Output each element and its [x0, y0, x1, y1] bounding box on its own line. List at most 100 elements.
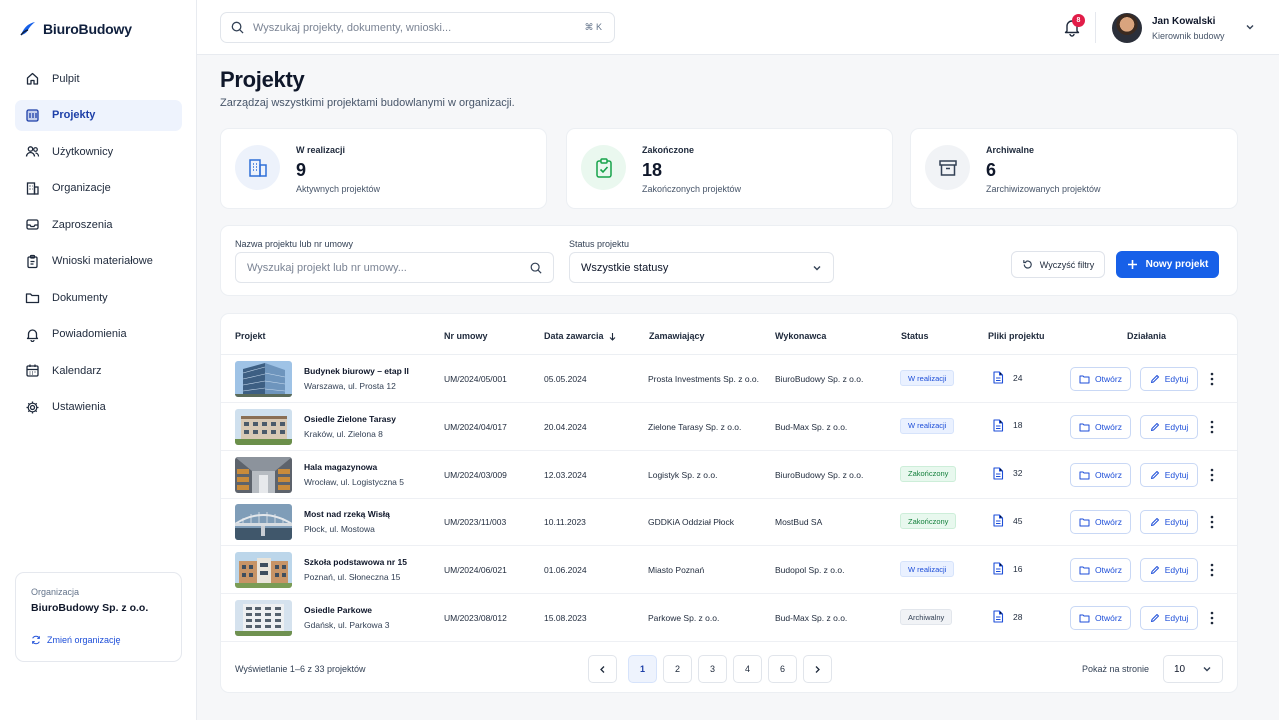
sidebar-item-powiadomienia[interactable]: Powiadomienia [15, 319, 182, 350]
more-options-icon[interactable] [1206, 417, 1218, 437]
file-icon [993, 467, 1004, 480]
open-project-button[interactable]: Otwórz [1070, 558, 1131, 583]
project-thumbnail [235, 456, 292, 493]
sidebar-item-wnioski-materialowe[interactable]: Wnioski materiałowe [15, 246, 182, 277]
stat-value: 9 [296, 160, 307, 180]
project-name[interactable]: Hala magazynowa [304, 462, 377, 472]
pagination-page-button[interactable]: 2 [663, 655, 692, 683]
edit-project-button[interactable]: Edytuj [1140, 510, 1198, 535]
column-header-contract[interactable]: Nr umowy [444, 331, 488, 341]
global-search[interactable]: Wyszukaj projekty, dokumenty, wnioski...… [220, 12, 615, 43]
project-files[interactable]: 28 [992, 610, 1022, 623]
edit-label: Edytuj [1164, 421, 1189, 432]
sidebar-item-pulpit[interactable]: Pulpit [15, 63, 182, 94]
search-icon [231, 21, 244, 34]
project-name-filter-input[interactable]: Wyszukaj projekt lub nr umowy... [235, 252, 554, 283]
pagination-page-button[interactable]: 3 [698, 655, 727, 683]
open-project-button[interactable]: Otwórz [1070, 606, 1131, 630]
pagination-page-button[interactable]: 4 [733, 655, 762, 683]
open-project-button[interactable]: Otwórz [1070, 510, 1131, 535]
project-name[interactable]: Osiedle Parkowe [304, 605, 372, 615]
pagination-page-button[interactable]: 6 [768, 655, 797, 683]
building-icon [26, 181, 39, 195]
pagination-page-button[interactable]: 1 [628, 655, 657, 683]
project-name[interactable]: Most nad rzeką Wisłą [304, 509, 390, 519]
per-page-select[interactable]: 10 [1163, 655, 1223, 683]
gear-icon [26, 401, 39, 413]
user-avatar[interactable] [1112, 13, 1142, 43]
chevron-down-icon[interactable] [1245, 22, 1255, 32]
edit-project-button[interactable]: Edytuj [1140, 606, 1198, 630]
project-files[interactable]: 45 [992, 514, 1022, 527]
page-title: Projekty [220, 67, 305, 92]
sidebar-item-dokumenty[interactable]: Dokumenty [15, 282, 182, 313]
open-project-button[interactable]: Otwórz [1070, 414, 1131, 439]
column-header-client[interactable]: Zamawiający [649, 331, 705, 341]
column-header-contractor[interactable]: Wykonawca [775, 331, 826, 341]
organization-name: BiuroBudowy Sp. z o.o. [31, 602, 149, 614]
sidebar-item-projekty[interactable]: Projekty [15, 99, 182, 131]
column-header-files[interactable]: Pliki projektu [988, 331, 1045, 341]
more-options-icon[interactable] [1206, 608, 1218, 628]
table-row[interactable]: Osiedle Zielone Tarasy Kraków, ul. Zielo… [221, 403, 1237, 451]
change-organization-link[interactable]: Zmień organizację [31, 635, 166, 645]
user-info[interactable]: Jan Kowalski Kierownik budowy [1152, 16, 1225, 41]
contractor-name: Bud-Max Sp. z o.o. [775, 421, 848, 432]
project-name[interactable]: Szkoła podstawowa nr 15 [304, 557, 407, 567]
sidebar-item-organizacje[interactable]: Organizacje [15, 173, 182, 204]
open-project-button[interactable]: Otwórz [1070, 367, 1131, 391]
project-files[interactable]: 32 [992, 467, 1022, 480]
stat-icon-wrap [235, 145, 280, 190]
new-project-button[interactable]: Nowy projekt [1116, 251, 1219, 278]
open-label: Otwórz [1095, 517, 1122, 528]
contractor-name: Bud-Max Sp. z o.o. [775, 613, 848, 623]
edit-project-button[interactable]: Edytuj [1140, 367, 1198, 391]
project-files[interactable]: 18 [992, 419, 1022, 432]
table-row[interactable]: Hala magazynowa Wrocław, ul. Logistyczna… [221, 451, 1237, 499]
table-row[interactable]: Budynek biurowy – etap II Warszawa, ul. … [221, 355, 1237, 403]
edit-project-button[interactable]: Edytuj [1140, 558, 1198, 583]
pagination-next-button[interactable] [803, 655, 832, 683]
project-thumbnail [235, 600, 292, 636]
column-header-project[interactable]: Projekt [235, 331, 266, 341]
status-filter-select[interactable]: Wszystkie statusy [569, 252, 834, 283]
table-row[interactable]: Most nad rzeką Wisłą Płock, ul. Mostowa … [221, 498, 1237, 547]
more-options-icon[interactable] [1206, 465, 1218, 485]
clear-filters-button[interactable]: Wyczyść filtry [1011, 251, 1105, 278]
sidebar-item-kalendarz[interactable]: Kalendarz [15, 355, 182, 386]
edit-label: Edytuj [1164, 517, 1189, 528]
contract-number: UM/2024/04/017 [444, 421, 507, 432]
column-header-date[interactable]: Data zawarcia [544, 331, 617, 341]
table-row[interactable]: Szkoła podstawowa nr 15 Poznań, ul. Słon… [221, 546, 1237, 595]
edit-project-button[interactable]: Edytuj [1140, 414, 1198, 439]
project-name[interactable]: Budynek biurowy – etap II [304, 366, 409, 376]
project-files[interactable]: 16 [992, 562, 1022, 575]
more-options-icon[interactable] [1206, 512, 1218, 532]
project-name[interactable]: Osiedle Zielone Tarasy [304, 414, 396, 424]
home-icon [26, 72, 39, 85]
files-count: 24 [1013, 372, 1023, 383]
table-row[interactable]: Osiedle Parkowe Gdańsk, ul. Parkowa 3 UM… [221, 594, 1237, 642]
stat-description: Zarchiwizowanych projektów [986, 184, 1101, 194]
open-project-button[interactable]: Otwórz [1070, 462, 1131, 487]
sidebar-item-ustawienia[interactable]: Ustawienia [15, 392, 182, 423]
more-options-icon[interactable] [1206, 560, 1218, 580]
projects-table: Projekt Nr umowy Data zawarcia Zamawiają… [220, 313, 1238, 693]
pencil-icon [1150, 566, 1159, 575]
status-filter-label: Status projektu [569, 239, 630, 249]
sidebar-item-zaproszenia[interactable]: Zaproszenia [15, 209, 182, 240]
sidebar-item-label: Użytkownicy [52, 145, 114, 158]
edit-project-button[interactable]: Edytuj [1140, 462, 1198, 487]
file-icon [993, 419, 1004, 432]
more-options-icon[interactable] [1206, 369, 1218, 389]
organization-card: Organizacja BiuroBudowy Sp. z o.o. Zmień… [15, 572, 182, 662]
app-logo[interactable]: BiuroBudowy [19, 20, 132, 38]
global-search-input[interactable]: Wyszukaj projekty, dokumenty, wnioski... [253, 22, 575, 34]
pagination-prev-button[interactable] [588, 655, 617, 683]
sidebar-item-uzytkownicy[interactable]: Użytkownicy [15, 136, 182, 167]
column-header-status[interactable]: Status [901, 331, 929, 341]
project-files[interactable]: 24 [992, 371, 1022, 384]
open-label: Otwórz [1095, 374, 1122, 384]
logo-icon [20, 22, 35, 36]
change-organization-label: Zmień organizację [47, 635, 121, 645]
